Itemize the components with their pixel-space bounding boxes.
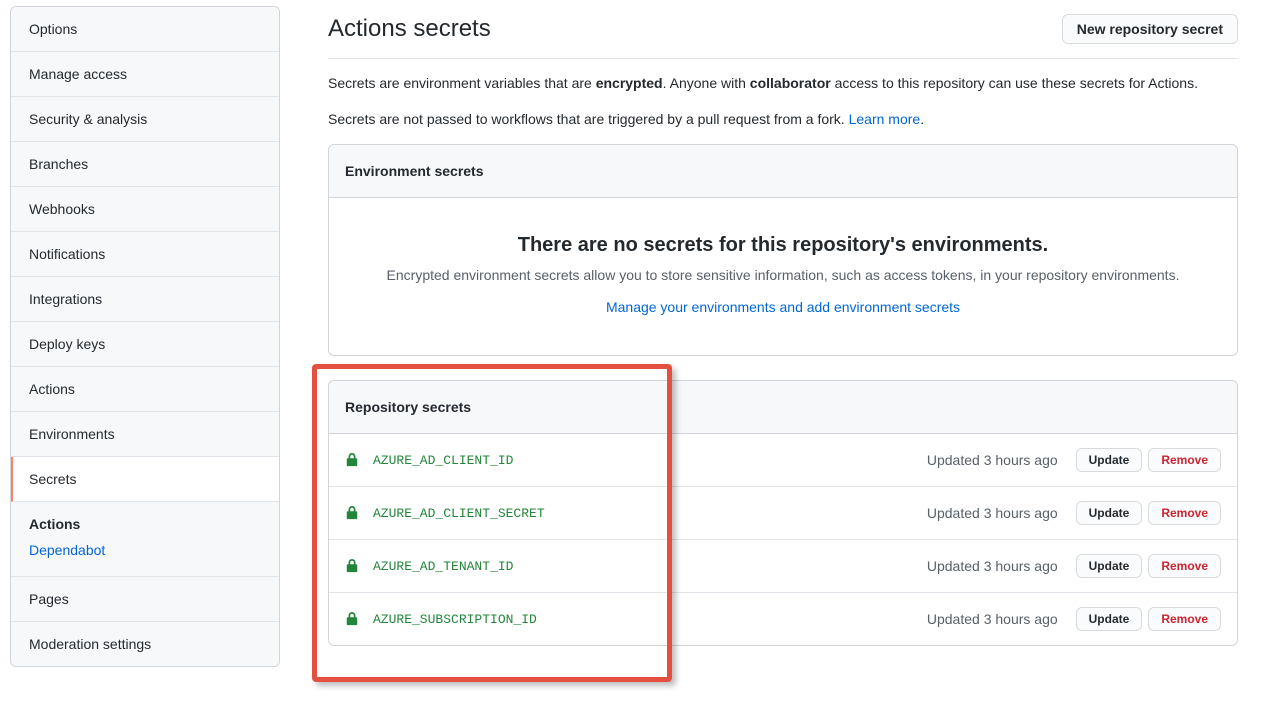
- sidebar-item-deploy-keys[interactable]: Deploy keys: [11, 322, 279, 367]
- update-secret-button[interactable]: Update: [1076, 448, 1143, 472]
- update-secret-button[interactable]: Update: [1076, 607, 1143, 631]
- settings-sidebar: Options Manage access Security & analysi…: [10, 6, 280, 667]
- secret-row: AZURE_AD_CLIENT_ID Updated 3 hours ago U…: [329, 434, 1237, 487]
- intro-p1a: Secrets are environment variables that a…: [328, 75, 596, 91]
- new-repository-secret-button[interactable]: New repository secret: [1062, 14, 1238, 44]
- intro-encrypted: encrypted: [596, 75, 663, 91]
- sidebar-item-secrets[interactable]: Secrets: [11, 457, 279, 502]
- lock-icon: [345, 452, 359, 468]
- repository-secrets-box: Repository secrets AZURE_AD_CLIENT_ID Up…: [328, 380, 1238, 646]
- intro-p1c: . Anyone with: [663, 75, 750, 91]
- manage-environments-link[interactable]: Manage your environments and add environ…: [606, 299, 960, 315]
- intro-p2b: .: [920, 111, 924, 127]
- update-secret-button[interactable]: Update: [1076, 554, 1143, 578]
- secret-name: AZURE_AD_CLIENT_SECRET: [373, 506, 545, 521]
- page-header: Actions secrets New repository secret: [328, 6, 1238, 59]
- remove-secret-button[interactable]: Remove: [1148, 554, 1221, 578]
- secret-name: AZURE_AD_TENANT_ID: [373, 559, 513, 574]
- env-empty-desc: Encrypted environment secrets allow you …: [353, 267, 1213, 283]
- environment-secrets-header: Environment secrets: [329, 145, 1237, 198]
- sidebar-item-moderation[interactable]: Moderation settings: [11, 622, 279, 666]
- intro-collaborator: collaborator: [750, 75, 831, 91]
- secret-updated: Updated 3 hours ago: [927, 611, 1058, 627]
- remove-secret-button[interactable]: Remove: [1148, 501, 1221, 525]
- environment-secrets-box: Environment secrets There are no secrets…: [328, 144, 1238, 356]
- main-content: Actions secrets New repository secret Se…: [280, 6, 1270, 667]
- env-empty-title: There are no secrets for this repository…: [353, 234, 1213, 257]
- secret-row: AZURE_AD_CLIENT_SECRET Updated 3 hours a…: [329, 487, 1237, 540]
- sidebar-item-actions[interactable]: Actions: [11, 367, 279, 412]
- sidebar-item-notifications[interactable]: Notifications: [11, 232, 279, 277]
- remove-secret-button[interactable]: Remove: [1148, 607, 1221, 631]
- sidebar-item-options[interactable]: Options: [11, 7, 279, 52]
- lock-icon: [345, 611, 359, 627]
- sidebar-item-pages[interactable]: Pages: [11, 577, 279, 622]
- intro-text: Secrets are environment variables that a…: [328, 73, 1238, 130]
- update-secret-button[interactable]: Update: [1076, 501, 1143, 525]
- lock-icon: [345, 558, 359, 574]
- page-title: Actions secrets: [328, 15, 491, 43]
- secret-name: AZURE_SUBSCRIPTION_ID: [373, 612, 537, 627]
- secret-updated: Updated 3 hours ago: [927, 505, 1058, 521]
- secret-updated: Updated 3 hours ago: [927, 452, 1058, 468]
- repository-secrets-header: Repository secrets: [329, 381, 1237, 434]
- sidebar-item-branches[interactable]: Branches: [11, 142, 279, 187]
- secret-row: AZURE_SUBSCRIPTION_ID Updated 3 hours ag…: [329, 593, 1237, 645]
- sidebar-item-security-analysis[interactable]: Security & analysis: [11, 97, 279, 142]
- sidebar-secrets-subgroup: Actions Dependabot: [11, 502, 279, 577]
- sidebar-item-webhooks[interactable]: Webhooks: [11, 187, 279, 232]
- sidebar-subgroup-title: Actions: [29, 516, 261, 532]
- intro-p1e: access to this repository can use these …: [831, 75, 1198, 91]
- secret-updated: Updated 3 hours ago: [927, 558, 1058, 574]
- secret-row: AZURE_AD_TENANT_ID Updated 3 hours ago U…: [329, 540, 1237, 593]
- sidebar-sublink-dependabot[interactable]: Dependabot: [29, 542, 261, 558]
- environment-secrets-empty: There are no secrets for this repository…: [329, 198, 1237, 355]
- remove-secret-button[interactable]: Remove: [1148, 448, 1221, 472]
- sidebar-item-environments[interactable]: Environments: [11, 412, 279, 457]
- lock-icon: [345, 505, 359, 521]
- sidebar-item-manage-access[interactable]: Manage access: [11, 52, 279, 97]
- learn-more-link[interactable]: Learn more: [849, 111, 921, 127]
- intro-p2a: Secrets are not passed to workflows that…: [328, 111, 849, 127]
- sidebar-item-integrations[interactable]: Integrations: [11, 277, 279, 322]
- secret-name: AZURE_AD_CLIENT_ID: [373, 453, 513, 468]
